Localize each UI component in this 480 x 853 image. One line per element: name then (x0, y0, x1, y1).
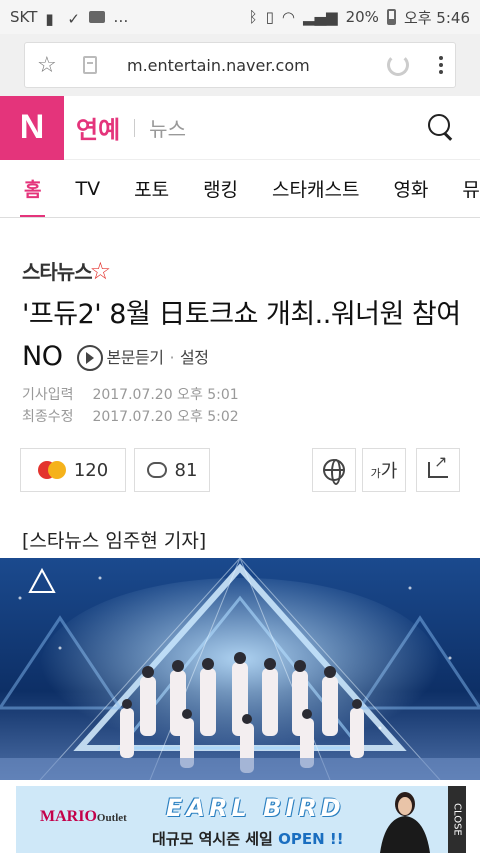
modified-time-row: 최종수정 2017.07.20 오후 5:02 (22, 406, 239, 428)
tab-home[interactable]: 홈 (19, 160, 47, 217)
category-tabs: 홈 TV 포토 랭킹 스타캐스트 영화 뮤 (0, 160, 480, 218)
search-icon[interactable] (422, 108, 462, 148)
status-left: SKT ▮ ✓ … (10, 8, 129, 28)
reaction-button[interactable]: 120 (20, 448, 126, 492)
carrier-label: SKT (10, 8, 38, 26)
article-headline: '프듀2' 8월 日토크쇼 개최..워너원 참여NO 본문듣기 · 설정 (22, 294, 462, 379)
modified-time-label: 최종수정 (22, 409, 74, 425)
tab-ranking[interactable]: 랭킹 (203, 160, 238, 217)
section-subtitle[interactable]: 뉴스 (149, 113, 422, 142)
tab-starcast[interactable]: 스타캐스트 (272, 160, 359, 217)
comment-button[interactable]: 81 (134, 448, 210, 492)
battery-icon (386, 9, 396, 25)
share-icon (428, 452, 448, 478)
modified-time-value: 2017.07.20 오후 5:02 (92, 409, 239, 425)
wifi-icon: ◠ (281, 8, 295, 26)
listen-icon[interactable] (76, 344, 103, 371)
ad-brand: MARIOOutlet (40, 808, 127, 825)
listen-controls: 본문듣기 · 설정 (76, 337, 209, 379)
reporter-credit: [스타뉴스 임주현 기자] (22, 530, 207, 552)
vibrate-icon: ▯ (265, 8, 274, 26)
url-box[interactable]: ☆ m.entertain.naver.com (24, 42, 456, 88)
font-size-button[interactable]: 가가 (362, 448, 406, 492)
clock: 오후 5:46 (403, 8, 470, 27)
message-icon (89, 11, 106, 23)
ad-headline: EARL BIRD (166, 794, 345, 822)
section-title[interactable]: 연예 (76, 110, 120, 145)
more-notifications-icon: … (113, 8, 129, 26)
bluetooth-icon: ᛒ (248, 8, 258, 26)
site-header: N 연예 뉴스 (0, 95, 480, 160)
browser-toolbar: ☆ m.entertain.naver.com (0, 34, 480, 96)
separator-dot: · (169, 347, 175, 367)
input-time-row: 기사입력 2017.07.20 오후 5:01 (22, 384, 239, 406)
page-icon (83, 56, 97, 74)
press-logo[interactable]: 스타뉴스 ☆ (22, 256, 111, 285)
ad-model-image (380, 792, 430, 853)
status-bar: SKT ▮ ✓ … ᛒ ▯ ◠ ▂▄▆ 20% 오후 5:46 (0, 0, 480, 34)
comment-count: 81 (174, 459, 198, 481)
status-right: ᛒ ▯ ◠ ▂▄▆ 20% 오후 5:46 (249, 7, 470, 28)
article-photo[interactable] (0, 558, 480, 780)
concert-stage-image (0, 558, 480, 780)
comment-icon (146, 462, 167, 478)
bookmark-star-icon[interactable]: ☆ (37, 53, 67, 78)
browser-menu-icon[interactable] (439, 56, 443, 74)
check-icon: ✓ (67, 10, 80, 28)
battery-percent: 20% (345, 8, 379, 26)
press-name: 스타뉴스 (22, 260, 93, 284)
input-time-label: 기사입력 (22, 387, 74, 403)
reaction-emoji-icon (37, 461, 66, 479)
reload-icon[interactable] (387, 54, 409, 76)
ad-banner[interactable]: MARIOOutlet EARL BIRD 대규모 역시즌 세일 OPEN !!… (16, 786, 466, 853)
share-button[interactable] (416, 448, 460, 492)
listen-button[interactable]: 본문듣기 (107, 337, 164, 379)
header-divider (134, 118, 136, 137)
ad-close-button[interactable]: CLOSE (448, 786, 466, 853)
input-time-value: 2017.07.20 오후 5:01 (92, 387, 239, 403)
tab-music[interactable]: 뮤 (462, 160, 479, 217)
ad-subtitle: 대규모 역시즌 세일 OPEN !! (152, 830, 344, 848)
settings-button[interactable]: 설정 (180, 337, 209, 379)
reaction-count: 120 (73, 459, 109, 481)
naver-logo[interactable]: N (0, 95, 64, 160)
article-meta: 기사입력 2017.07.20 오후 5:01 최종수정 2017.07.20 … (22, 384, 239, 428)
signal-icon: ▂▄▆ (302, 8, 338, 26)
globe-icon (323, 459, 345, 485)
url-text[interactable]: m.entertain.naver.com (127, 56, 387, 75)
tab-movie[interactable]: 영화 (393, 160, 428, 217)
font-size-icon: 가가 (370, 461, 398, 482)
star-icon: ☆ (89, 256, 112, 285)
tab-photo[interactable]: 포토 (134, 160, 169, 217)
translate-button[interactable] (312, 448, 356, 492)
article-actions: 120 81 가가 (20, 448, 460, 492)
tab-tv[interactable]: TV (75, 160, 100, 217)
notification-icon: ▮ (45, 10, 54, 28)
